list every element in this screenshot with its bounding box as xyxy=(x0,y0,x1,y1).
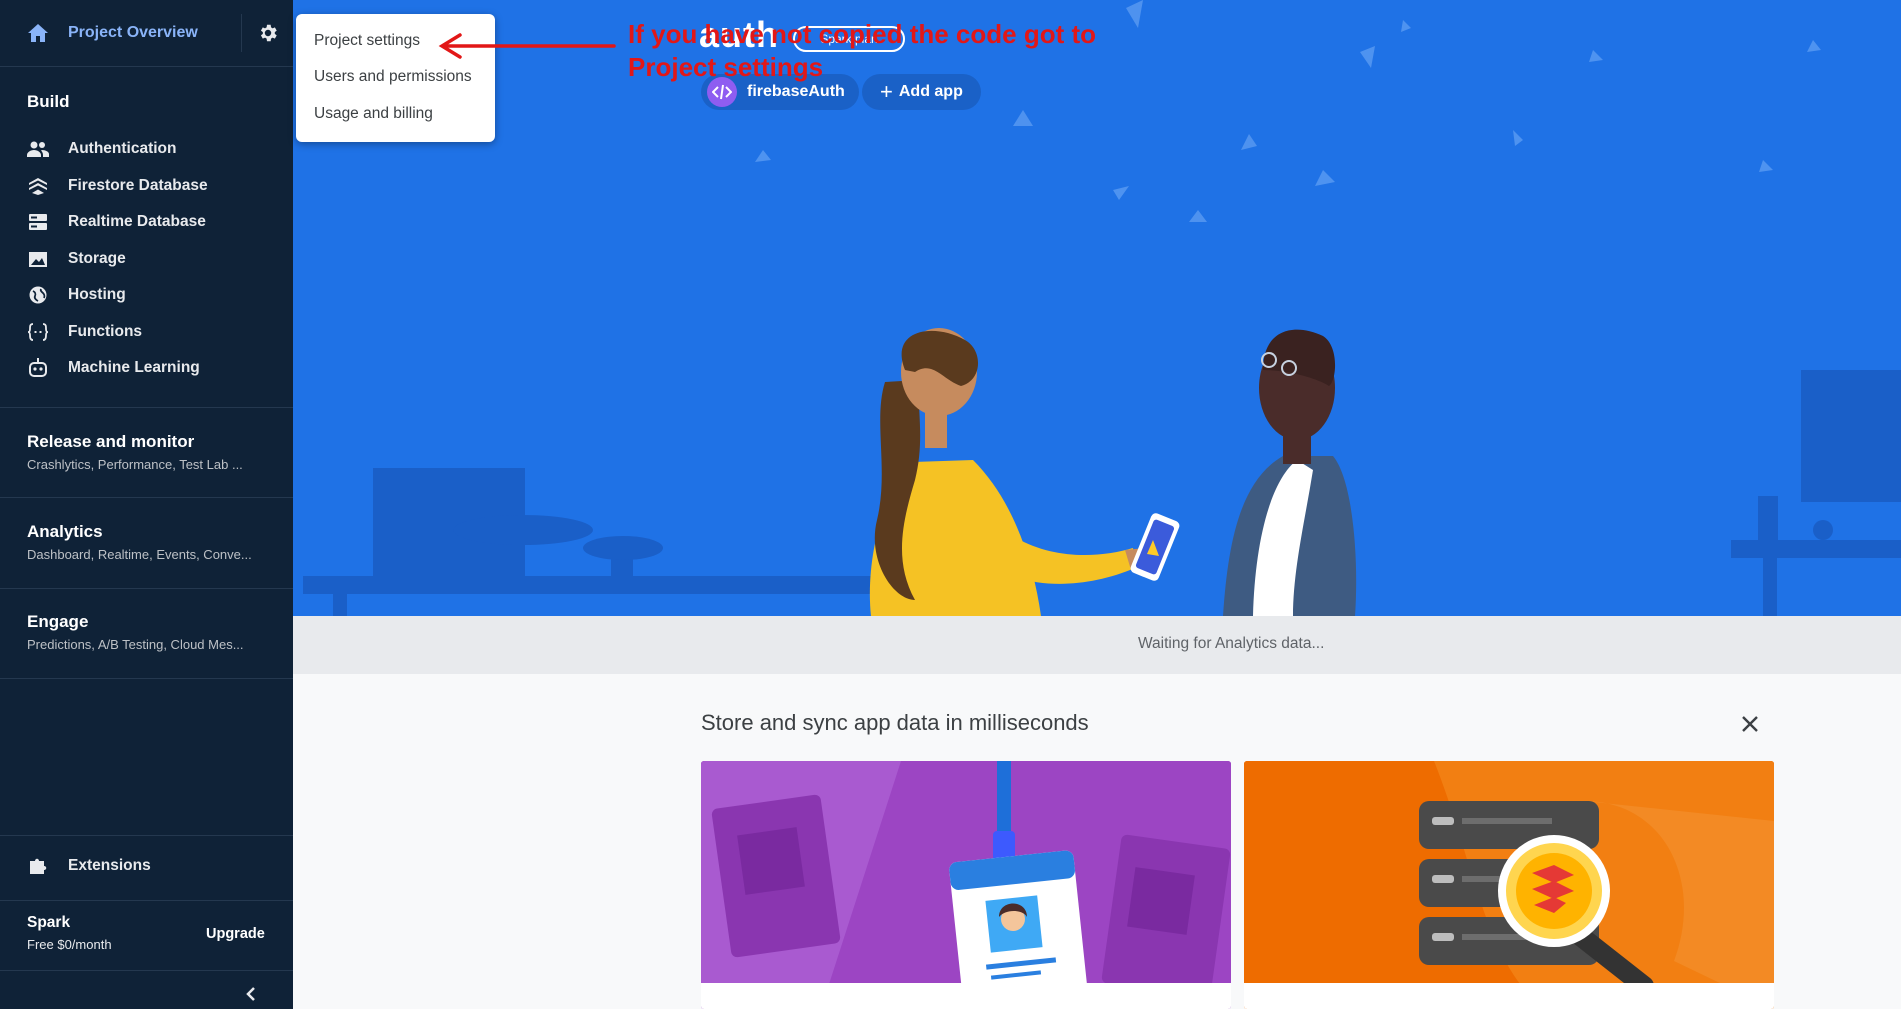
sidebar-item-label: Functions xyxy=(68,323,143,340)
home-icon[interactable] xyxy=(26,22,50,44)
database-icon xyxy=(29,214,47,230)
sidebar-item-label: Firestore Database xyxy=(68,177,208,194)
sidebar-item-label: Hosting xyxy=(68,286,126,303)
section-subtitle: Crashlytics, Performance, Test Lab ... xyxy=(27,457,243,472)
sidebar-item-label: Storage xyxy=(68,250,126,267)
close-icon[interactable] xyxy=(1739,713,1761,735)
card-footer xyxy=(701,983,1231,1009)
sidebar-item-functions[interactable]: Functions xyxy=(0,314,293,350)
plan-price: Free $0/month xyxy=(27,937,112,952)
sidebar-section-release-monitor[interactable]: Release and monitor Crashlytics, Perform… xyxy=(27,432,272,472)
people-icon xyxy=(27,141,49,157)
globe-icon xyxy=(29,286,47,304)
plan-info: Spark Free $0/month xyxy=(27,914,112,952)
project-hero: auth Spark plan firebaseAuth + Add app xyxy=(293,0,1901,616)
sidebar-item-label: Realtime Database xyxy=(68,213,206,230)
chevron-left-icon[interactable] xyxy=(244,985,258,1003)
build-heading: Build xyxy=(27,92,70,111)
annotation-line-1: If you have not copied the code got to xyxy=(628,19,1097,49)
header-divider xyxy=(241,14,242,52)
sidebar-item-storage[interactable]: Storage xyxy=(0,241,293,277)
sidebar-divider xyxy=(0,900,293,901)
card-footer xyxy=(1244,983,1774,1009)
menu-item-usage-billing[interactable]: Usage and billing xyxy=(314,105,433,123)
add-app-label: Add app xyxy=(898,83,963,100)
promo-title: Store and sync app data in milliseconds xyxy=(701,710,1089,735)
plan-name: Spark xyxy=(27,914,71,931)
auth-promo-card[interactable] xyxy=(701,761,1231,1009)
sidebar-item-extensions[interactable]: Extensions xyxy=(0,838,293,894)
section-subtitle: Predictions, A/B Testing, Cloud Mes... xyxy=(27,637,244,652)
sidebar-divider xyxy=(0,588,293,589)
annotation-text: If you have not copied the code got to P… xyxy=(628,18,1148,84)
extensions-label: Extensions xyxy=(68,857,151,874)
annotation-line-2: Project settings xyxy=(628,52,824,82)
section-title: Engage xyxy=(27,612,89,631)
project-overview-link[interactable]: Project Overview xyxy=(68,24,198,42)
robot-icon xyxy=(29,358,47,377)
database-promo-card[interactable] xyxy=(1244,761,1774,1009)
sidebar-divider xyxy=(0,678,293,679)
sidebar-section-analytics[interactable]: Analytics Dashboard, Realtime, Events, C… xyxy=(27,522,272,562)
sidebar-item-label: Machine Learning xyxy=(68,359,200,376)
firestore-icon xyxy=(29,178,47,195)
menu-item-users-permissions[interactable]: Users and permissions xyxy=(314,68,472,86)
sidebar-item-label: Authentication xyxy=(68,140,177,157)
sidebar-item-machine-learning[interactable]: Machine Learning xyxy=(0,350,293,386)
section-subtitle: Dashboard, Realtime, Events, Conve... xyxy=(27,547,252,562)
extensions-icon xyxy=(30,858,47,874)
sidebar-item-realtime-database[interactable]: Realtime Database xyxy=(0,204,293,240)
analytics-status-text: Waiting for Analytics data... xyxy=(1138,635,1325,652)
sidebar-divider xyxy=(0,970,293,971)
sidebar: Project Overview Build Authentication Fi… xyxy=(0,0,293,1009)
sidebar-item-firestore[interactable]: Firestore Database xyxy=(0,168,293,204)
sidebar-header: Project Overview xyxy=(0,0,293,67)
upgrade-button[interactable]: Upgrade xyxy=(206,926,265,942)
section-title: Release and monitor xyxy=(27,432,195,451)
functions-icon xyxy=(27,323,49,341)
gear-icon[interactable] xyxy=(257,22,279,44)
database-search-illustration xyxy=(1244,761,1774,1009)
sidebar-divider xyxy=(0,407,293,408)
app-chip-label: firebaseAuth xyxy=(747,83,845,100)
sidebar-divider xyxy=(0,835,293,836)
section-title: Analytics xyxy=(27,522,103,541)
sidebar-item-authentication[interactable]: Authentication xyxy=(0,131,293,167)
hero-illustration xyxy=(303,0,1901,616)
sidebar-section-engage[interactable]: Engage Predictions, A/B Testing, Cloud M… xyxy=(27,612,272,652)
sidebar-divider xyxy=(0,497,293,498)
sidebar-item-hosting[interactable]: Hosting xyxy=(0,277,293,313)
annotation-arrow xyxy=(438,33,616,59)
image-icon xyxy=(29,252,47,267)
id-badge-illustration xyxy=(701,761,1231,1009)
analytics-status-bar: Waiting for Analytics data... xyxy=(293,616,1901,674)
menu-item-project-settings[interactable]: Project settings xyxy=(314,32,420,50)
